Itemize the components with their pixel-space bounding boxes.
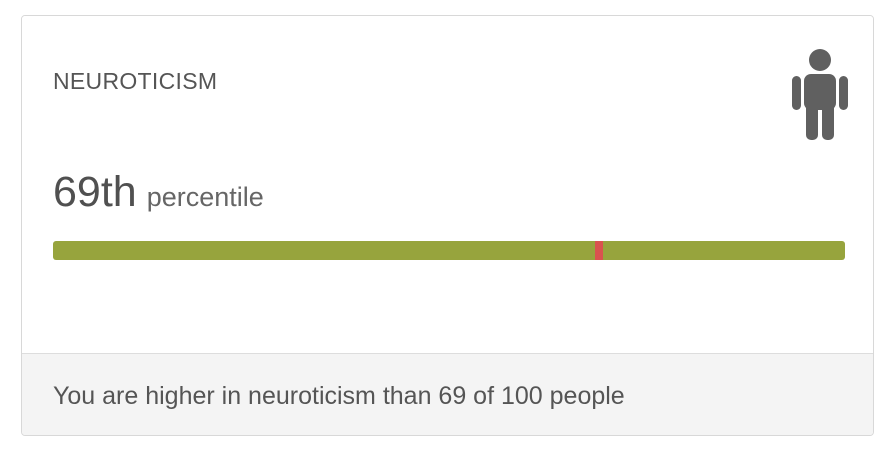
- footer-text: You are higher in neuroticism than 69 of…: [53, 382, 625, 410]
- person-icon: [792, 49, 848, 140]
- percentile-unit: percentile: [146, 182, 264, 212]
- trait-title: NEUROTICISM: [53, 68, 218, 94]
- card-body: NEUROTICISM 69th percentile: [22, 16, 873, 353]
- percentile-marker: [595, 241, 604, 260]
- percentile-bar: [53, 241, 845, 260]
- neuroticism-card: NEUROTICISM 69th percentile You are highe…: [21, 15, 874, 436]
- card-footer: You are higher in neuroticism than 69 of…: [22, 353, 873, 435]
- percentile-display: 69th percentile: [53, 168, 264, 217]
- percentile-value: 69th: [53, 168, 137, 216]
